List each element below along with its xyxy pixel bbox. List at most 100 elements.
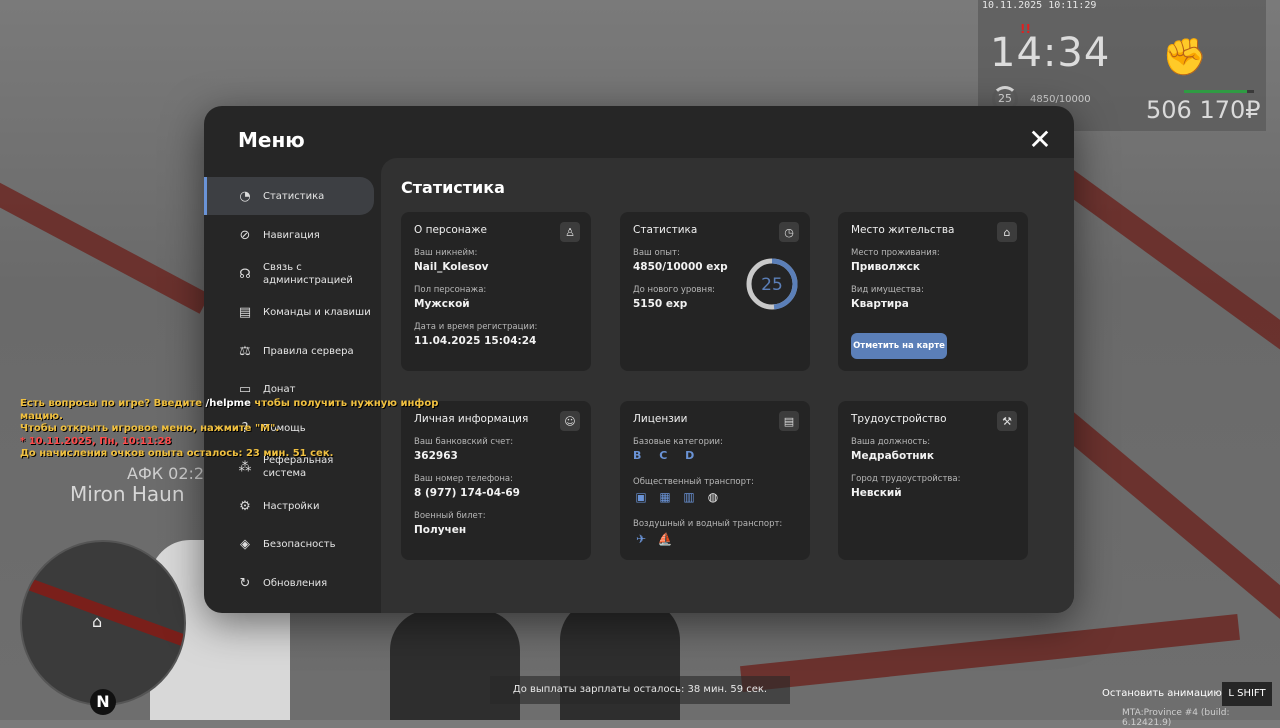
sidebar-item-navigation[interactable]: ⊘ Навигация <box>204 216 374 254</box>
level-number: 25 <box>761 275 783 295</box>
tools-icon[interactable]: ⚒ <box>997 411 1017 431</box>
exp-label: Ваш опыт: <box>633 248 680 258</box>
document-icon[interactable]: ▤ <box>779 411 799 431</box>
face-icon[interactable]: ☺ <box>560 411 580 431</box>
sidebar-item-label: Безопасность <box>263 538 336 550</box>
public-transport-icons: ▣ ▦ ▥ ◍ <box>633 489 721 505</box>
card-licenses: Лицензии ▤ Базовые категории: B C D Обще… <box>620 401 810 560</box>
compass-icon: ⊘ <box>239 227 251 243</box>
military-label: Военный билет: <box>414 511 486 521</box>
home-icon: ⌂ <box>92 612 103 631</box>
place-label: Место проживания: <box>851 248 940 258</box>
position-label: Ваша должность: <box>851 437 931 447</box>
health-bar <box>1184 90 1254 93</box>
headset-icon: ☊ <box>239 266 251 282</box>
chat-text: Есть вопросы по игре? Введите <box>20 398 206 409</box>
military-value: Получен <box>414 524 467 536</box>
chat-line: * 10.11.2025, Пн, 10:11:28 <box>20 435 172 447</box>
road-marking <box>0 172 210 314</box>
page-title: Статистика <box>401 178 505 197</box>
wallet-icon: ▭ <box>238 381 252 397</box>
sidebar-item-label: Команды и клавиши <box>263 306 371 318</box>
metro-icon: ◍ <box>707 490 719 504</box>
sex-value: Мужской <box>414 298 470 310</box>
fist-icon: ✊ <box>1162 37 1207 78</box>
chat-log: Есть вопросы по игре? Введите /helpme чт… <box>20 398 438 461</box>
bus-icon: ▣ <box>635 490 647 504</box>
card-employment: Трудоустройство ⚒ Ваша должность: Медраб… <box>838 401 1028 560</box>
card-title: О персонаже <box>414 224 488 236</box>
public-transport-label: Общественный транспорт: <box>633 477 754 487</box>
sidebar-item-rules[interactable]: ⚖ Правила сервера <box>204 332 374 370</box>
card-title: Лицензии <box>633 413 688 425</box>
phone-value: 8 (977) 174-04-69 <box>414 487 520 499</box>
card-character: О персонаже ♙ Ваш никнейм: Nail_Kolesov … <box>401 212 591 371</box>
afk-label: АФК 02:2 <box>127 464 205 483</box>
chat-line: До начисления очков опыта осталось: 23 м… <box>20 448 334 459</box>
base-categories-value: B C D <box>633 449 702 462</box>
health-bar-fill <box>1184 90 1247 93</box>
sidebar-item-label: Связь с администрацией <box>263 262 353 286</box>
card-title: Статистика <box>633 224 698 236</box>
shield-icon: ◈ <box>240 536 250 552</box>
nickname-value: Nail_Kolesov <box>414 261 489 273</box>
property-value: Квартира <box>851 298 909 310</box>
hud-money: 506 170₽ <box>1146 96 1261 124</box>
next-level-value: 5150 exp <box>633 298 688 310</box>
document-icon: ▤ <box>238 304 252 320</box>
air-water-transport-icons: ✈ ⛵ <box>633 531 673 547</box>
air-water-transport-label: Воздушный и водный транспорт: <box>633 519 783 529</box>
menu-window: Меню ✕ ◔ Статистика ⊘ Навигация ☊ Связь с а… <box>204 106 1074 613</box>
refresh-icon: ↻ <box>239 575 251 591</box>
stop-animation-label: Остановить анимацию <box>1102 688 1222 699</box>
sidebar-item-label: Правила сервера <box>263 345 354 357</box>
registration-label: Дата и время регистрации: <box>414 322 538 332</box>
card-statistics: Статистика ◷ Ваш опыт: 4850/10000 exp До… <box>620 212 810 371</box>
sidebar-item-commands[interactable]: ▤ Команды и клавиши <box>204 293 374 331</box>
pie-icon: ◔ <box>239 188 251 204</box>
hud-exp: 4850/10000 <box>1030 94 1091 105</box>
sidebar-item-admin-contact[interactable]: ☊ Связь с администрацией <box>204 255 374 293</box>
sidebar-item-security[interactable]: ◈ Безопасность <box>204 525 374 563</box>
content-panel: Статистика О персонаже ♙ Ваш никнейм: Na… <box>381 158 1074 613</box>
chat-line: мацию. <box>20 410 63 422</box>
sidebar-item-label: Навигация <box>263 229 320 241</box>
place-value: Приволжск <box>851 261 921 273</box>
mark-on-map-button[interactable]: Отметить на карте <box>851 333 947 359</box>
user-icon[interactable]: ♙ <box>560 222 580 242</box>
chat-line: Чтобы открыть игровое меню, нажмите "M". <box>20 423 280 434</box>
stop-animation-key[interactable]: L SHIFT <box>1222 682 1272 706</box>
next-level-label: До нового уровня: <box>633 285 716 295</box>
build-info: MTA:Province #4 (build: 6.12421.9) <box>1122 708 1230 728</box>
card-title: Трудоустройство <box>851 413 947 425</box>
sidebar-item-label: Настройки <box>263 500 320 512</box>
exp-value: 4850/10000 exp <box>633 261 728 273</box>
player-nametag: Miron Haun <box>70 482 185 506</box>
compass-north: N <box>90 689 116 715</box>
base-categories-label: Базовые категории: <box>633 437 723 447</box>
hud-level: 25 <box>998 92 1012 105</box>
close-icon[interactable]: ✕ <box>1028 126 1052 154</box>
sidebar-item-statistics[interactable]: ◔ Статистика <box>204 177 374 215</box>
road-marking <box>740 613 1240 693</box>
sidebar-item-label: Донат <box>263 383 296 395</box>
scales-icon: ⚖ <box>239 343 251 359</box>
card-residence: Место жительства ⌂ Место проживания: При… <box>838 212 1028 371</box>
menu-sidebar: ◔ Статистика ⊘ Навигация ☊ Связь с админист… <box>204 176 380 613</box>
nickname-label: Ваш никнейм: <box>414 248 478 258</box>
hud-datetime: 10.11.2025 10:11:29 <box>982 0 1097 11</box>
level-progress-ring: 25 <box>746 258 798 310</box>
hud-clock: 14:34 <box>990 30 1111 76</box>
house-icon[interactable]: ⌂ <box>997 222 1017 242</box>
chat-text: чтобы получить нужную инфор <box>250 398 439 409</box>
work-city-value: Невский <box>851 487 902 499</box>
sidebar-item-updates[interactable]: ↻ Обновления <box>204 564 374 602</box>
work-city-label: Город трудоустройства: <box>851 474 961 484</box>
sidebar-item-settings[interactable]: ⚙ Настройки <box>204 487 374 525</box>
clock-icon[interactable]: ◷ <box>779 222 799 242</box>
card-title: Место жительства <box>851 224 955 236</box>
phone-label: Ваш номер телефона: <box>414 474 513 484</box>
plane-icon: ✈ <box>635 532 647 546</box>
menu-title: Меню <box>238 128 305 152</box>
position-value: Медработник <box>851 450 935 462</box>
